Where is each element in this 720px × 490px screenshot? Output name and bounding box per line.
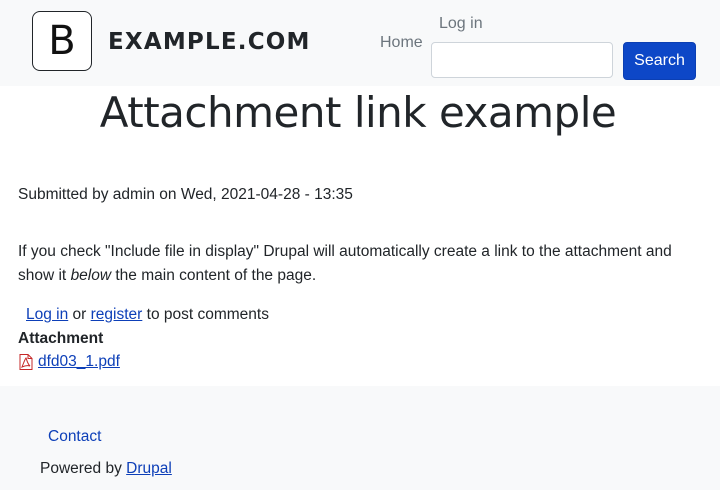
nav-login-link[interactable]: Log in [439,15,483,33]
site-footer: Contact Powered by Drupal [0,386,720,490]
attachment-label: Attachment [18,330,104,347]
footer-powered-by: Powered by Drupal [40,460,172,478]
comment-login-link[interactable]: Log in [26,306,68,323]
submitted-info: Submitted by admin on Wed, 2021-04-28 - … [18,186,353,203]
body-text-part2: the main content of the page. [111,267,317,284]
comment-register-link[interactable]: register [91,306,143,323]
body-text-emphasis: below [70,267,112,284]
nav-home-link[interactable]: Home [380,34,423,52]
attachment-row: dfd03_1.pdf [19,353,120,371]
site-header: B EXAMPLE.COM Home Log in Search [0,0,720,86]
site-name-link[interactable]: EXAMPLE.COM [108,29,311,55]
body-text: If you check "Include file in display" D… [18,240,708,288]
attachment-file-link[interactable]: dfd03_1.pdf [38,353,120,371]
page-title: Attachment link example [99,88,617,137]
pdf-file-icon [19,354,33,370]
footer-contact-link[interactable]: Contact [48,428,101,446]
search-input[interactable] [431,42,613,78]
comment-links: Log in or register to post comments [26,306,269,324]
comment-or-text: or [68,306,91,323]
comment-suffix-text: to post comments [142,306,269,323]
site-logo[interactable]: B [32,11,92,71]
drupal-link[interactable]: Drupal [126,460,172,477]
search-button[interactable]: Search [623,42,696,80]
powered-by-text: Powered by [40,460,127,477]
